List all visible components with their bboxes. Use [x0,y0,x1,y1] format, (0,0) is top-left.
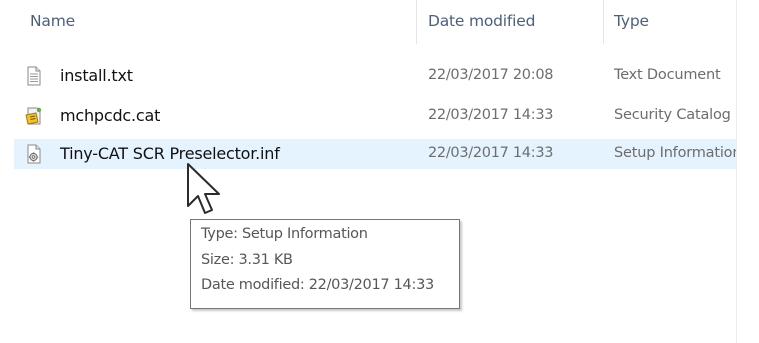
file-row[interactable]: Tiny-CAT SCR Preselector.inf 22/03/2017 … [14,139,736,169]
security-catalog-icon [25,107,42,125]
file-date-modified: 22/03/2017 14:33 [428,145,554,161]
file-date-modified: 22/03/2017 14:33 [428,107,554,123]
column-header-name[interactable]: Name [30,12,75,30]
mouse-pointer-icon [187,163,220,214]
tooltip-date-modified: Date modified: 22/03/2017 14:33 [201,277,434,293]
file-type: Setup Information [614,145,736,161]
column-header-row: Name Date modified Type [0,0,759,44]
tooltip-size: Size: 3.31 KB [201,252,293,268]
column-header-date-modified[interactable]: Date modified [428,12,535,30]
column-divider[interactable] [416,0,417,44]
list-right-edge [736,0,737,343]
file-info-tooltip: Type: Setup Information Size: 3.31 KB Da… [190,219,460,309]
setup-information-icon [27,144,41,164]
file-row[interactable]: install.txt 22/03/2017 20:08 Text Docume… [14,61,736,91]
file-row[interactable]: mchpcdc.cat 22/03/2017 14:33 Security Ca… [14,101,736,131]
file-name: Tiny-CAT SCR Preselector.inf [60,144,280,163]
column-header-type[interactable]: Type [614,12,649,30]
file-type: Text Document [614,67,721,83]
file-type: Security Catalog [614,107,731,123]
file-date-modified: 22/03/2017 20:08 [428,67,554,83]
file-name: install.txt [60,66,133,85]
file-name: mchpcdc.cat [60,106,161,125]
tooltip-type: Type: Setup Information [201,226,368,242]
text-file-icon [27,66,41,86]
column-divider[interactable] [603,0,604,44]
